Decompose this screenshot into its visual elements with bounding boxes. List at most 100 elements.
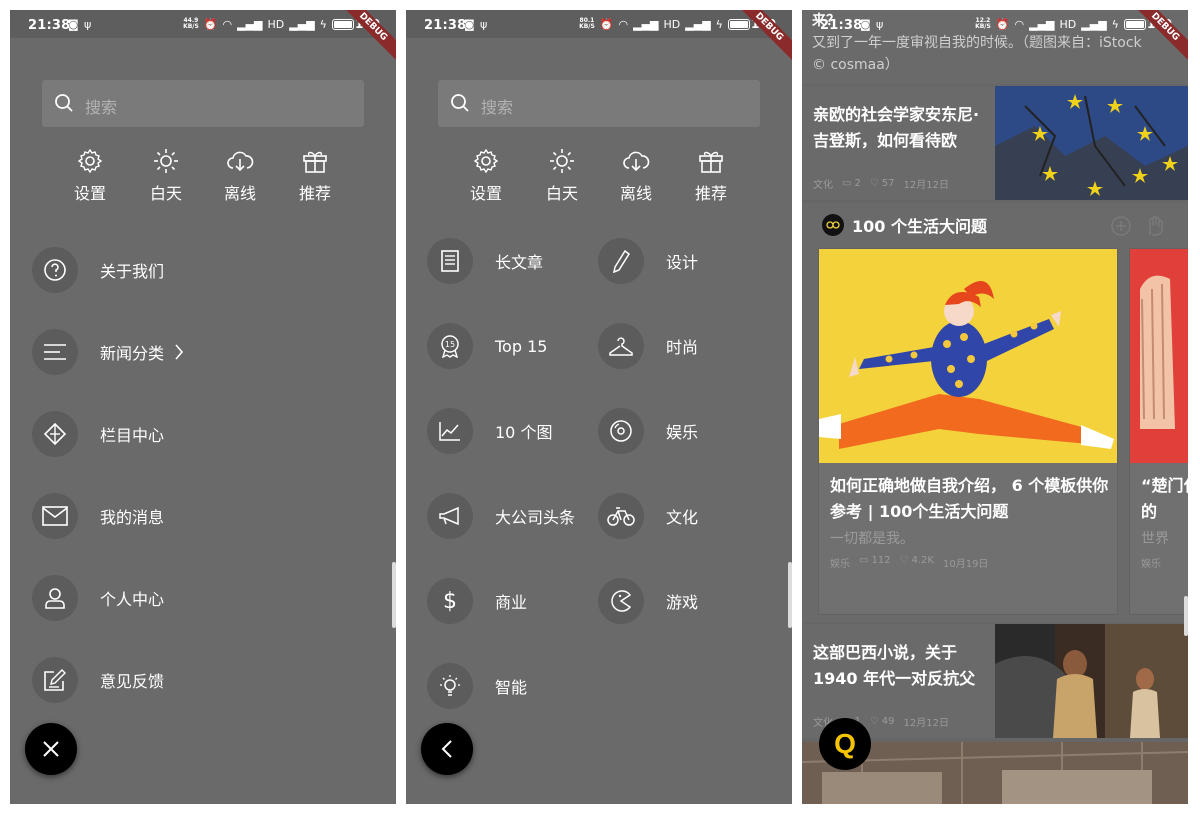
charging-icon: ϟ [319, 17, 327, 31]
category-label: 设计 [666, 253, 699, 272]
category-label: 大公司头条 [495, 508, 576, 527]
day-mode-button[interactable]: 白天 [532, 148, 592, 204]
menu-column-center[interactable]: 栏目中心 [32, 410, 164, 458]
article-category: 娱乐 [830, 559, 850, 570]
article-title: 亲欧的社会学家安东尼·吉登斯，如何看待欧 [813, 105, 980, 150]
status-time: 21:38 [820, 18, 863, 33]
line-chart-icon [427, 408, 473, 454]
battery-icon [331, 18, 354, 30]
menu-my-messages[interactable]: 我的消息 [32, 492, 164, 540]
settings-button[interactable]: 设置 [60, 148, 120, 204]
menu-news-category[interactable]: 新闻分类 [32, 328, 184, 376]
charging-icon: ϟ [715, 17, 723, 31]
heart-icon: ♡ [899, 555, 909, 566]
topic-card-subtitle: 世界 [1141, 531, 1169, 547]
bulb-icon [427, 663, 473, 709]
like-count: 57 [881, 178, 895, 189]
status-bar: 21:38 ◙ ψ 44.9KB/S ⏰ ◠ ▂▄▆ HD ▂▄▆ ϟ 100 … [10, 10, 396, 64]
tail-text: © cosmaa） [812, 57, 899, 73]
category-long-article[interactable]: 长文章 [427, 238, 543, 284]
settings-label: 设置 [73, 184, 106, 203]
category-menu-screen: 21:38 ◙ ψ 80.1KB/S ⏰ ◠ ▂▄▆ HD ▂▄▆ ϟ 100 … [406, 10, 792, 804]
megaphone-icon [427, 493, 473, 539]
search-icon [451, 94, 469, 112]
article-title: 这部巴西小说，关于 1940 年代一对反抗父 [813, 643, 976, 688]
menu-label: 栏目中心 [100, 426, 165, 445]
scroll-edge-handle[interactable] [1184, 596, 1188, 636]
category-design[interactable]: 设计 [598, 238, 698, 284]
net-speed: 12.2 KB/S [975, 17, 991, 30]
badge-icon: 15 [427, 323, 473, 369]
status-time: 21:38 [28, 18, 71, 33]
qdaily-button[interactable]: Q [819, 718, 871, 770]
category-fashion[interactable]: 时尚 [598, 323, 698, 369]
recommend-label: 推荐 [694, 184, 727, 203]
category-top15[interactable]: 15 Top 15 [427, 323, 547, 369]
day-mode-label: 白天 [149, 184, 182, 203]
offline-button[interactable]: 离线 [606, 148, 666, 204]
category-games[interactable]: 游戏 [598, 578, 698, 624]
article-date: 12月12日 [903, 180, 949, 191]
category-label: 娱乐 [666, 423, 699, 442]
menu-about-us[interactable]: 关于我们 [32, 246, 164, 294]
search-input[interactable]: 搜索 [42, 80, 364, 127]
article-thumbnail [995, 624, 1188, 738]
topic-card-meta: 娱乐 ▭ 112 ♡ 4.2K 10月19日 [830, 555, 988, 570]
gift-icon [699, 151, 723, 173]
signal-icon: ▂▄▆ [633, 17, 659, 31]
comment-icon: ▭ [859, 555, 869, 566]
hand-icon[interactable] [1144, 215, 1166, 237]
category-label: 时尚 [666, 338, 699, 357]
search-input[interactable]: 搜索 [438, 80, 760, 127]
like-count: 4.2K [911, 555, 934, 566]
topic-card[interactable]: 如何正确地做自我介绍， 6 个模板供你参考 | 100个生活大问题 一切都是我。… [818, 248, 1118, 615]
recommend-button[interactable]: 推荐 [285, 148, 345, 204]
article-card[interactable]: 亲欧的社会学家安东尼·吉登斯，如何看待欧 文化 ▭ 2 ♡ 57 12月12日 [802, 86, 1188, 200]
charging-icon: ϟ [1111, 17, 1119, 31]
category-culture[interactable]: 文化 [598, 493, 698, 539]
hd-icon: HD [267, 17, 285, 31]
category-entertainment[interactable]: 娱乐 [598, 408, 698, 454]
question-icon [32, 247, 78, 293]
day-mode-button[interactable]: 白天 [136, 148, 196, 204]
category-smart[interactable]: 智能 [427, 663, 527, 709]
signal-icon: ▂▄▆ [289, 17, 315, 31]
category-label: Top 15 [495, 336, 548, 356]
drawer-edge-handle[interactable] [788, 562, 792, 628]
qdaily-logo-icon: Q [834, 728, 856, 759]
article-card[interactable]: 这部巴西小说，关于 1940 年代一对反抗父 文化 ▭1 ♡49 12月12日 [802, 624, 1188, 738]
notification-icon: ◙ [68, 18, 79, 31]
alarm-icon: ⏰ [203, 17, 218, 31]
gear-icon [473, 148, 499, 174]
category-business[interactable]: $ 商业 [427, 578, 527, 624]
sun-icon [154, 149, 178, 173]
status-bar: 21:38 ◙ ψ 80.1KB/S ⏰ ◠ ▂▄▆ HD ▂▄▆ ϟ 100 … [406, 10, 792, 64]
cloud-download-icon [623, 151, 650, 172]
settings-button[interactable]: 设置 [456, 148, 516, 204]
drawer-edge-handle[interactable] [392, 562, 396, 628]
recommend-button[interactable]: 推荐 [681, 148, 741, 204]
gear-icon [77, 148, 103, 174]
menu-feedback[interactable]: 意见反馈 [32, 656, 164, 704]
signal-icon: ▂▄▆ [1029, 17, 1055, 31]
topic-card[interactable]: “楚门化的 世界 娱乐 [1129, 248, 1188, 615]
search-icon [55, 94, 73, 112]
close-button[interactable] [25, 723, 77, 775]
category-big-company[interactable]: 大公司头条 [427, 493, 575, 539]
menu-personal-center[interactable]: 个人中心 [32, 574, 164, 622]
heart-icon: ♡ [869, 716, 879, 727]
usb-icon: ψ [876, 18, 884, 31]
search-placeholder: 搜索 [85, 98, 118, 117]
add-icon[interactable] [1110, 215, 1132, 237]
search-placeholder: 搜索 [481, 98, 514, 117]
category-10-pictures[interactable]: 10 个图 [427, 408, 552, 454]
hd-icon: HD [663, 17, 681, 31]
article-category: 文化 [813, 180, 833, 191]
signal-icon: ▂▄▆ [237, 17, 263, 31]
back-button[interactable] [421, 723, 473, 775]
category-label: 文化 [666, 508, 699, 527]
back-icon [441, 740, 452, 758]
topic-card-title: “楚门化的 [1141, 476, 1188, 521]
offline-button[interactable]: 离线 [210, 148, 270, 204]
list-icon [32, 329, 78, 375]
